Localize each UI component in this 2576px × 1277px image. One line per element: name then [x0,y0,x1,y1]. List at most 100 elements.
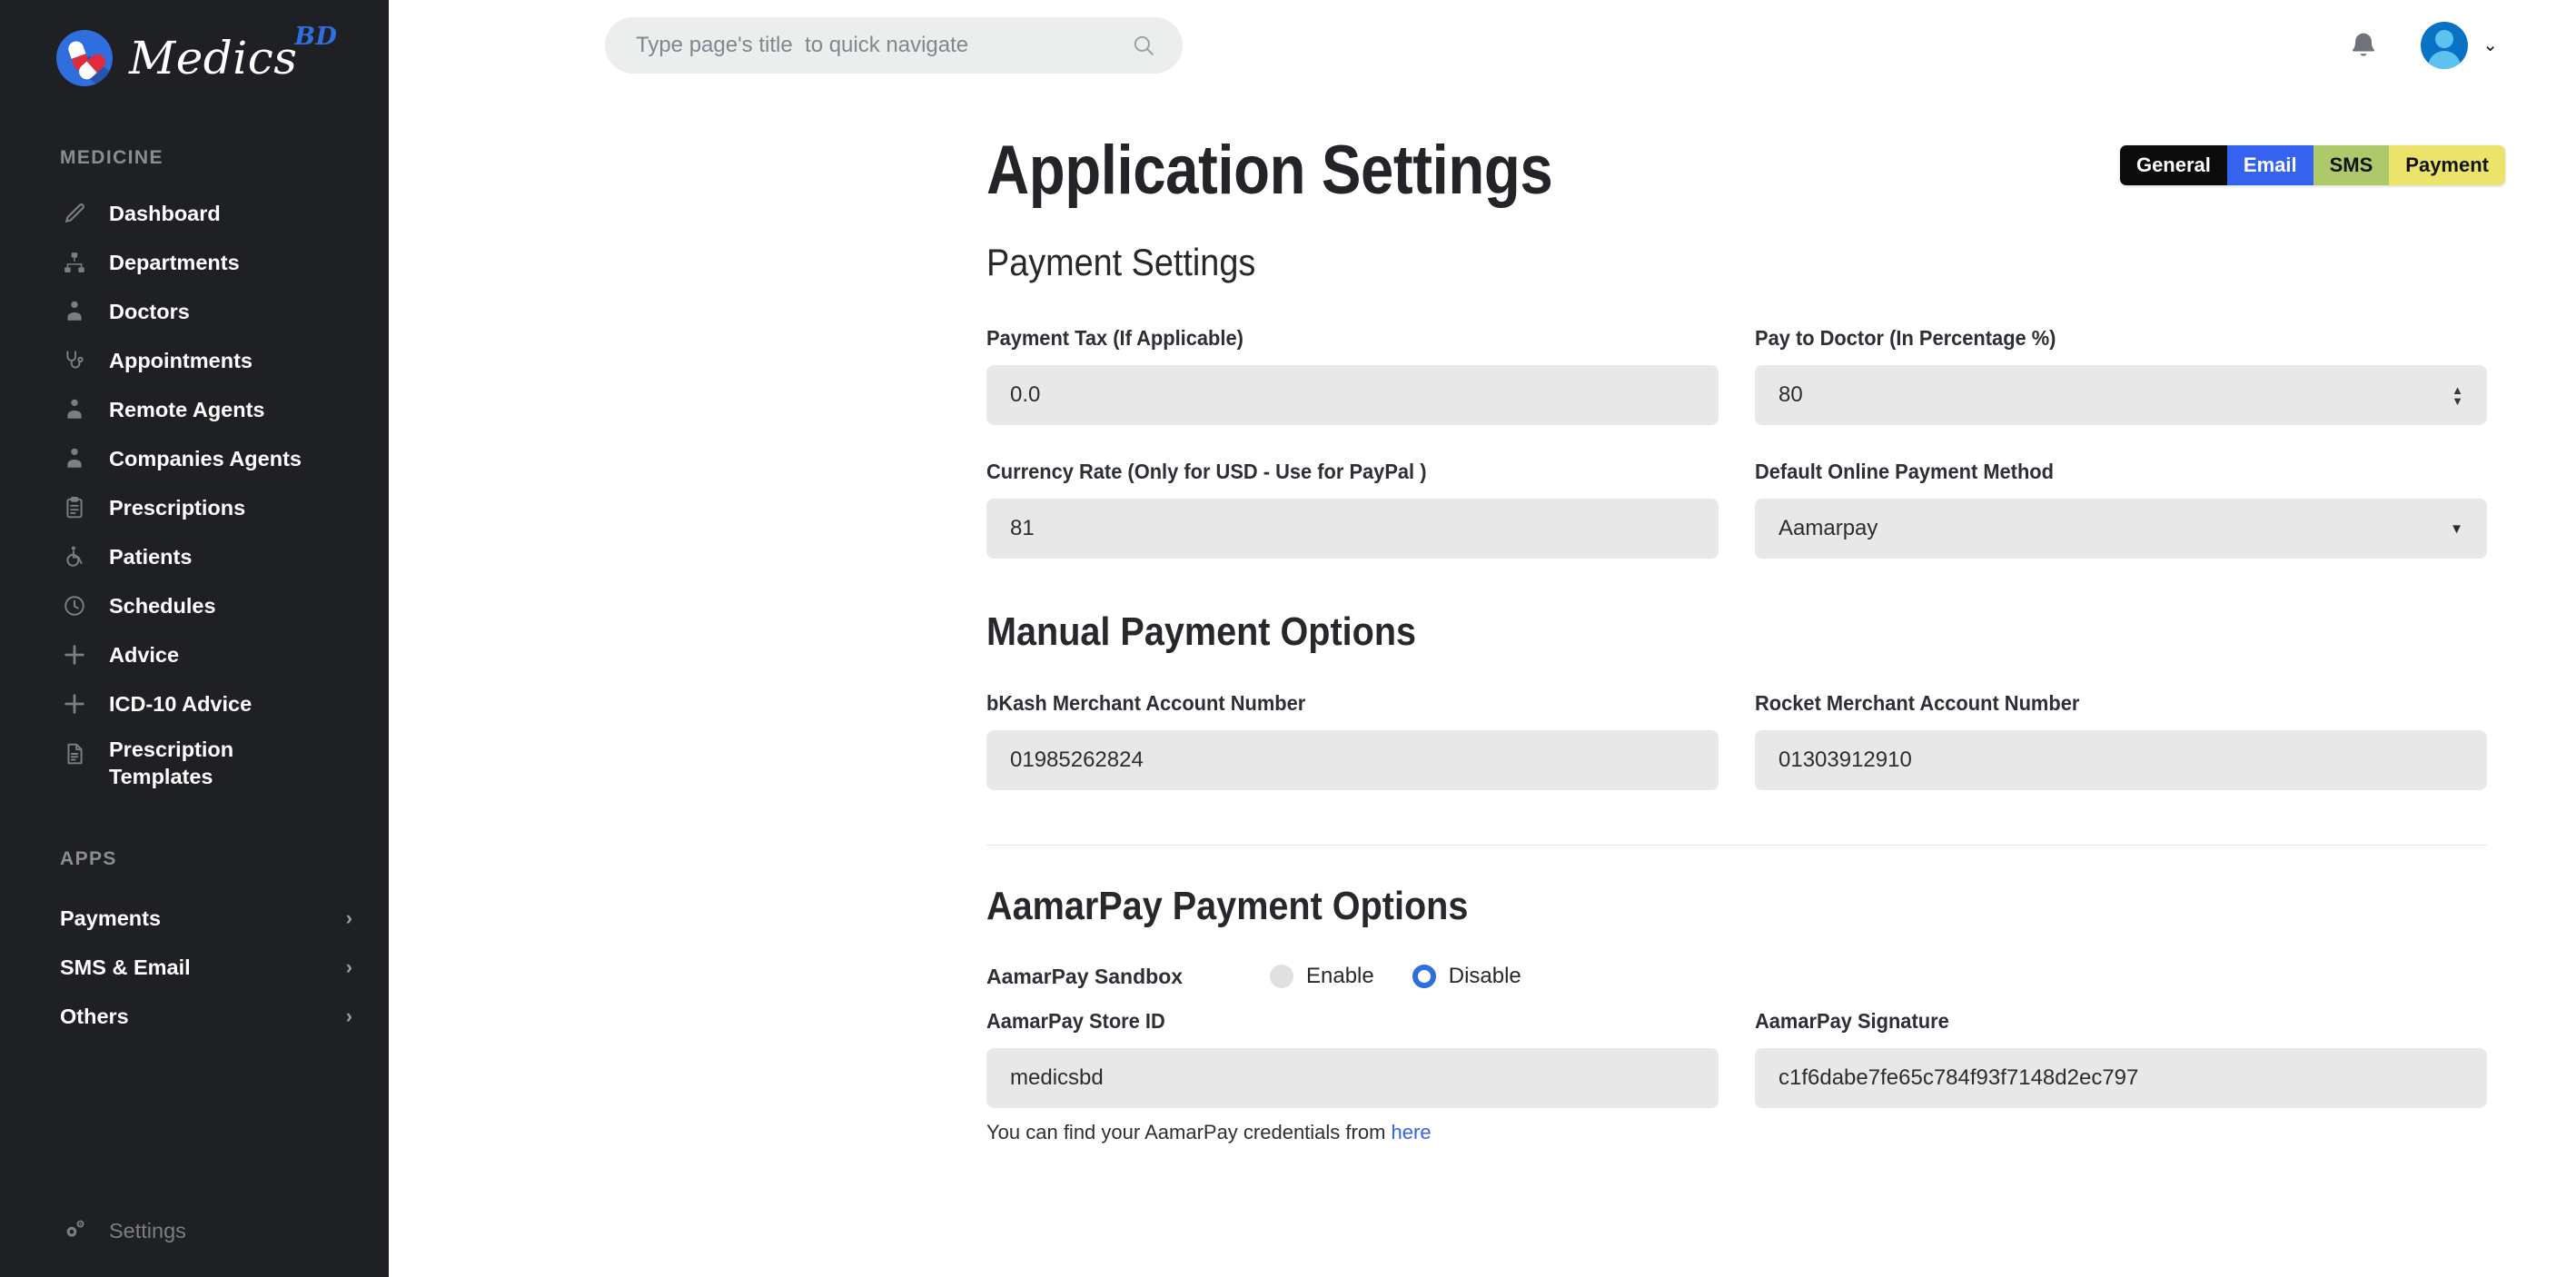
page-title: Application Settings [986,132,1553,209]
sidebar-item-icd10-advice[interactable]: ICD-10 Advice [0,679,389,728]
rocket-merchant-input[interactable]: 01303912910 [1755,730,2487,790]
sidebar: Medics BD MEDICINE Dashboard Departments … [0,0,389,1277]
default-payment-method-select[interactable]: Aamarpay ▼ [1755,499,2487,559]
aamarpay-sandbox-radio-group: AamarPay Sandbox Enable Disable [986,964,2576,989]
wheelchair-icon [60,542,89,571]
sidebar-item-remote-agents[interactable]: Remote Agents [0,385,389,434]
aamarpay-heading: AamarPay Payment Options [986,884,1469,928]
bell-icon[interactable] [2348,30,2379,61]
sandbox-label: AamarPay Sandbox [986,964,1184,988]
sidebar-item-departments[interactable]: Departments [0,238,389,287]
sidebar-item-payments[interactable]: Payments › [0,894,389,943]
sidebar-item-schedules[interactable]: Schedules [0,581,389,630]
tab-payment[interactable]: Payment [2389,145,2505,185]
search-input[interactable] [636,33,1121,58]
sidebar-item-appointments[interactable]: Appointments [0,336,389,385]
store-id-value: medicsbd [1010,1065,1104,1090]
field-bkash: bKash Merchant Account Number 0198526282… [986,691,1719,790]
stethoscope-icon [60,346,89,375]
sidebar-item-label: Patients [109,544,193,569]
quick-navigate-search[interactable] [605,17,1183,74]
pay-to-doctor-value: 80 [1778,382,1803,407]
sidebar-item-prescriptions[interactable]: Prescriptions [0,483,389,532]
chevron-down-icon[interactable]: ▼ [2450,521,2463,537]
sidebar-item-label: Others [60,1004,129,1028]
payment-settings-grid: Payment Tax (If Applicable) 0.0 Pay to D… [986,326,2487,593]
stepper-down-icon[interactable]: ▼ [2452,395,2463,407]
sidebar-section-medicine: MEDICINE [60,147,163,168]
field-default-payment-method: Default Online Payment Method Aamarpay ▼ [1755,460,2487,559]
search-icon[interactable] [1132,34,1155,57]
sidebar-item-prescription-templates[interactable]: Prescription Templates [0,728,389,797]
doctor-icon [60,444,89,473]
sidebar-item-label: SMS & Email [60,955,191,979]
manual-payment-grid: bKash Merchant Account Number 0198526282… [986,691,2487,825]
bkash-merchant-value: 01985262824 [1010,747,1144,772]
sidebar-item-others[interactable]: Others › [0,992,389,1041]
sidebar-item-dashboard[interactable]: Dashboard [0,189,389,238]
chevron-right-icon: › [345,906,352,929]
brand-name-text: Medics [129,32,298,84]
aamarpay-credentials-grid: AamarPay Store ID medicsbd AamarPay Sign… [986,1009,2487,1108]
sidebar-item-label: Payments [60,906,162,930]
currency-rate-input[interactable]: 81 [986,499,1719,559]
radio-enable[interactable]: Enable [1270,964,1374,989]
radio-enable-label: Enable [1306,964,1374,988]
pay-to-doctor-input[interactable]: 80 ▲ ▼ [1755,365,2487,425]
avatar[interactable] [2421,22,2469,69]
field-pay-to-doctor: Pay to Doctor (In Percentage %) 80 ▲ ▼ [1755,326,2487,425]
pill-logo-icon [56,30,113,86]
doctor-icon [60,297,89,326]
store-id-input[interactable]: medicsbd [986,1048,1719,1108]
sidebar-item-label: Schedules [109,593,216,618]
clock-icon [60,591,89,620]
field-label: AamarPay Signature [1755,1009,1949,1033]
radio-enable-dot[interactable] [1270,965,1293,988]
bkash-merchant-input[interactable]: 01985262824 [986,730,1719,790]
sidebar-item-companies-agents[interactable]: Companies Agents [0,434,389,483]
signature-input[interactable]: c1f6dabe7fe65c784f93f7148d2ec797 [1755,1048,2487,1108]
thermometer-icon [60,199,89,228]
user-menu[interactable]: ⌄ [2421,22,2498,69]
sidebar-item-advice[interactable]: Advice [0,630,389,679]
settings-content: Application Settings Payment Settings Pa… [389,91,2576,1144]
field-rocket: Rocket Merchant Account Number 013039129… [1755,691,2487,790]
field-signature: AamarPay Signature c1f6dabe7fe65c784f93f… [1755,1009,2487,1108]
sidebar-item-label: Appointments [109,348,253,372]
field-label: Default Online Payment Method [1755,460,2055,483]
field-label: bKash Merchant Account Number [986,691,1306,715]
number-stepper[interactable]: ▲ ▼ [2452,384,2463,407]
radio-disable-label: Disable [1448,964,1521,988]
payment-tax-input[interactable]: 0.0 [986,365,1719,425]
helper-text: You can find your AamarPay credentials f… [986,1121,1392,1143]
chevron-down-icon[interactable]: ⌄ [2482,36,2498,54]
credentials-helper-text: You can find your AamarPay credentials f… [986,1121,2576,1144]
sidebar-section-apps: APPS [60,848,117,869]
app-root: Medics BD MEDICINE Dashboard Departments … [0,0,2576,1277]
plus-icon [60,640,89,669]
field-label: Pay to Doctor (In Percentage %) [1755,326,2056,350]
radio-disable-dot[interactable] [1412,965,1436,988]
field-currency-rate: Currency Rate (Only for USD - Use for Pa… [986,460,1719,559]
chevron-right-icon: › [345,1005,352,1027]
sidebar-item-sms-email[interactable]: SMS & Email › [0,943,389,992]
sidebar-item-patients[interactable]: Patients [0,532,389,581]
credentials-link[interactable]: here [1392,1121,1432,1143]
sidebar-item-label: Advice [109,642,180,667]
sidebar-item-label: Dashboard [109,201,221,225]
radio-disable[interactable]: Disable [1412,964,1521,989]
rocket-merchant-value: 01303912910 [1778,747,1912,772]
section-divider [986,845,2487,846]
manual-payment-heading: Manual Payment Options [986,609,1417,654]
sidebar-item-doctors[interactable]: Doctors [0,287,389,336]
clipboard-icon [60,493,89,522]
brand-logo[interactable]: Medics BD [0,0,389,94]
sidebar-item-settings[interactable]: Settings [0,1206,389,1255]
gear-icon [60,1216,89,1245]
stepper-up-icon[interactable]: ▲ [2452,384,2463,396]
field-label: Currency Rate (Only for USD - Use for Pa… [986,460,1427,483]
top-bar-actions: ⌄ [2348,22,2525,69]
sidebar-item-label: ICD-10 Advice [109,691,253,716]
signature-value: c1f6dabe7fe65c784f93f7148d2ec797 [1778,1065,2139,1090]
sidebar-item-label: Companies Agents [109,446,302,470]
